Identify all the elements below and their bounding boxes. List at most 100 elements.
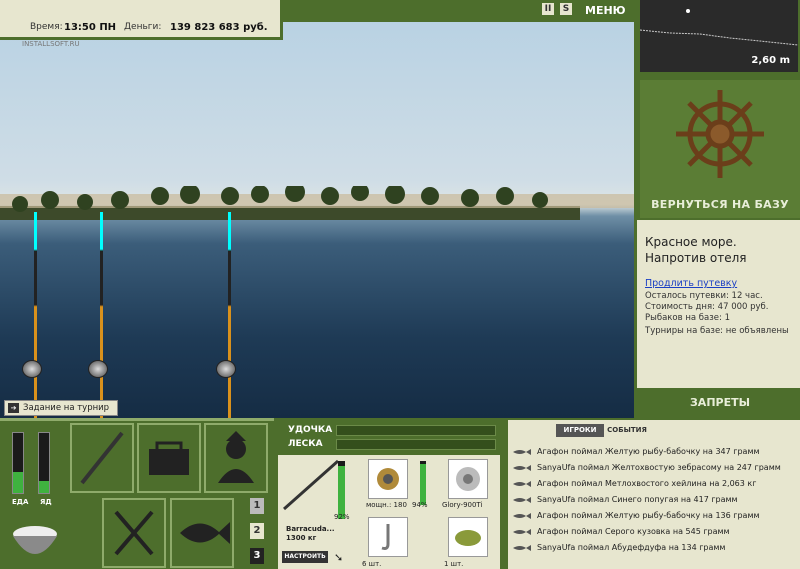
extend-trip-link[interactable]: Продлить путевку xyxy=(645,278,792,289)
time-value: 13:50 ПН xyxy=(64,22,117,33)
time-label: Время: xyxy=(30,22,63,32)
event-text: Агафон поймал Метлохвостого хейлина на 2… xyxy=(537,479,757,488)
event-item: Агафон поймал Метлохвостого хейлина на 2… xyxy=(512,478,756,490)
line-name: Glory-900Ti xyxy=(442,501,483,509)
event-item: SanyaUfa поймал Абудефдуфа на 134 грамм xyxy=(512,542,725,554)
sound-icon[interactable]: S xyxy=(560,3,572,15)
event-item: Агафон поймал Желтую рыбу-бабочку на 347… xyxy=(512,446,760,458)
menu-button[interactable]: МЕНЮ xyxy=(585,4,626,17)
kitchen-button[interactable] xyxy=(102,498,166,568)
bans-button[interactable]: ЗАПРЕТЫ xyxy=(640,396,800,409)
depth-chart: 2,60 m xyxy=(639,0,799,72)
rod-slot[interactable]: Barracuda... 1300 кг 92% НАСТРОИТЬ ➘ xyxy=(278,455,358,569)
status-bar: Время: 13:50 ПН Деньги: 139 823 683 руб. xyxy=(0,0,283,40)
event-text: Агафон поймал Серого кузовка на 545 грам… xyxy=(537,527,730,536)
tab-events[interactable]: СОБЫТИЯ xyxy=(604,424,650,437)
arrow-right-icon: ➔ xyxy=(8,403,19,413)
trip-left: Осталось путевки: 12 час. xyxy=(645,291,763,301)
header-strip: II S xyxy=(283,0,634,22)
bait-icon xyxy=(455,530,481,546)
line-tension-bar xyxy=(336,439,496,450)
slot-3-button[interactable]: 3 xyxy=(250,548,264,564)
line-label: ЛЕСКА xyxy=(288,439,323,449)
event-item: SanyaUfa поймал Синего попугая на 417 гр… xyxy=(512,494,738,506)
event-text: SanyaUfa поймал Абудефдуфа на 134 грамм xyxy=(537,543,726,552)
rod-weight: 1300 кг xyxy=(286,534,317,542)
event-text: SanyaUfa поймал Синего попугая на 417 гр… xyxy=(537,495,738,504)
task-label: Задание на турнир xyxy=(23,403,110,413)
rod-name: Barracuda... xyxy=(286,525,335,533)
rods-button[interactable] xyxy=(70,423,134,493)
fisherman-icon xyxy=(218,431,254,483)
events-panel: ИГРОКИ СОБЫТИЯ Агафон поймал Желтую рыбу… xyxy=(508,420,800,569)
food-bar xyxy=(12,432,24,494)
tournament-task-button[interactable]: ➔ Задание на турнир xyxy=(4,400,118,416)
fishing-rod-2[interactable] xyxy=(100,212,103,418)
poison-label: ЯД xyxy=(40,498,52,506)
fish-icon xyxy=(513,464,531,471)
location-title: Красное море. Напротив отеля xyxy=(645,235,747,265)
rod-label: УДОЧКА xyxy=(288,425,333,435)
rod-image-icon xyxy=(283,459,339,511)
food-label: ЕДА xyxy=(12,498,29,506)
return-to-base-button[interactable]: ВЕРНУТЬСЯ НА БАЗУ xyxy=(640,198,800,211)
catch-button[interactable] xyxy=(170,498,234,568)
reel-icon xyxy=(88,360,108,378)
water-scene[interactable] xyxy=(0,22,634,418)
tackle-box-icon xyxy=(149,441,189,475)
tab-players[interactable]: ИГРОКИ xyxy=(556,424,604,437)
rod-health-bar xyxy=(338,461,345,519)
fishers-count: Рыбаков на базе: 1 xyxy=(645,313,730,323)
setup-button[interactable]: НАСТРОИТЬ xyxy=(282,551,328,563)
day-cost: Стоимость дня: 47 000 руб. xyxy=(645,302,769,312)
reel-percent: 94% xyxy=(412,501,428,509)
location-info: Красное море. Напротив отеля Продлить пу… xyxy=(637,220,800,388)
fish-icon xyxy=(513,496,531,503)
line-spool-icon xyxy=(456,467,480,491)
fish-icon xyxy=(513,480,531,487)
reel-health-level xyxy=(420,463,426,505)
island-with-palms xyxy=(0,186,634,220)
fisherman-button[interactable] xyxy=(204,423,268,493)
hook-icon xyxy=(381,524,390,550)
fork-knife-icon xyxy=(114,510,154,556)
fish-icon xyxy=(180,522,230,544)
fishing-rod-3[interactable] xyxy=(228,212,231,418)
reel-health-bar xyxy=(420,461,426,505)
pause-icon[interactable]: II xyxy=(542,3,554,15)
money-value: 139 823 683 руб. xyxy=(170,22,268,33)
bait-pot-icon[interactable] xyxy=(8,514,62,566)
event-text: Агафон поймал Желтую рыбу-бабочку на 347… xyxy=(537,447,760,456)
event-item: Агафон поймал Серого кузовка на 545 грам… xyxy=(512,526,730,538)
watermark: INSTALLSOFT.RU xyxy=(22,40,80,48)
fish-icon xyxy=(513,528,531,535)
slot-1-button[interactable]: 1 xyxy=(250,498,264,514)
line-slot[interactable] xyxy=(448,459,488,499)
fish-icon xyxy=(513,512,531,519)
fish-icon xyxy=(513,544,531,551)
slot-2-button[interactable]: 2 xyxy=(250,523,264,539)
reel-icon xyxy=(216,360,236,378)
depth-value: 2,60 m xyxy=(751,55,790,66)
rod-percent: 92% xyxy=(334,513,350,521)
rod-health-level xyxy=(338,465,345,519)
tackle-box-button[interactable] xyxy=(137,423,201,493)
hook-slot[interactable] xyxy=(368,517,408,557)
bait-count: 1 шт. xyxy=(444,560,464,568)
reel-icon xyxy=(377,468,399,490)
event-item: SanyaUfa поймал Желтохвостую зебрасому н… xyxy=(512,462,781,474)
rod-tension-bar xyxy=(336,425,496,436)
fish-icon xyxy=(513,448,531,455)
fishing-rod-1[interactable] xyxy=(34,212,37,418)
reel-icon xyxy=(22,360,42,378)
food-level xyxy=(13,472,23,493)
tackle-slots: мощн.: 180 94% Glory-900Ti 6 шт. 1 шт. xyxy=(358,455,500,569)
reel-power: мощн.: 180 xyxy=(366,501,407,509)
hooks-count: 6 шт. xyxy=(362,560,382,568)
rod-icon xyxy=(80,431,124,485)
event-item: Агафон поймал Желтую рыбу-бабочку на 136… xyxy=(512,510,760,522)
event-text: SanyaUfa поймал Желтохвостую зебрасому н… xyxy=(537,463,781,472)
bait-slot[interactable] xyxy=(448,517,488,557)
poison-level xyxy=(39,481,49,493)
reel-slot[interactable] xyxy=(368,459,408,499)
